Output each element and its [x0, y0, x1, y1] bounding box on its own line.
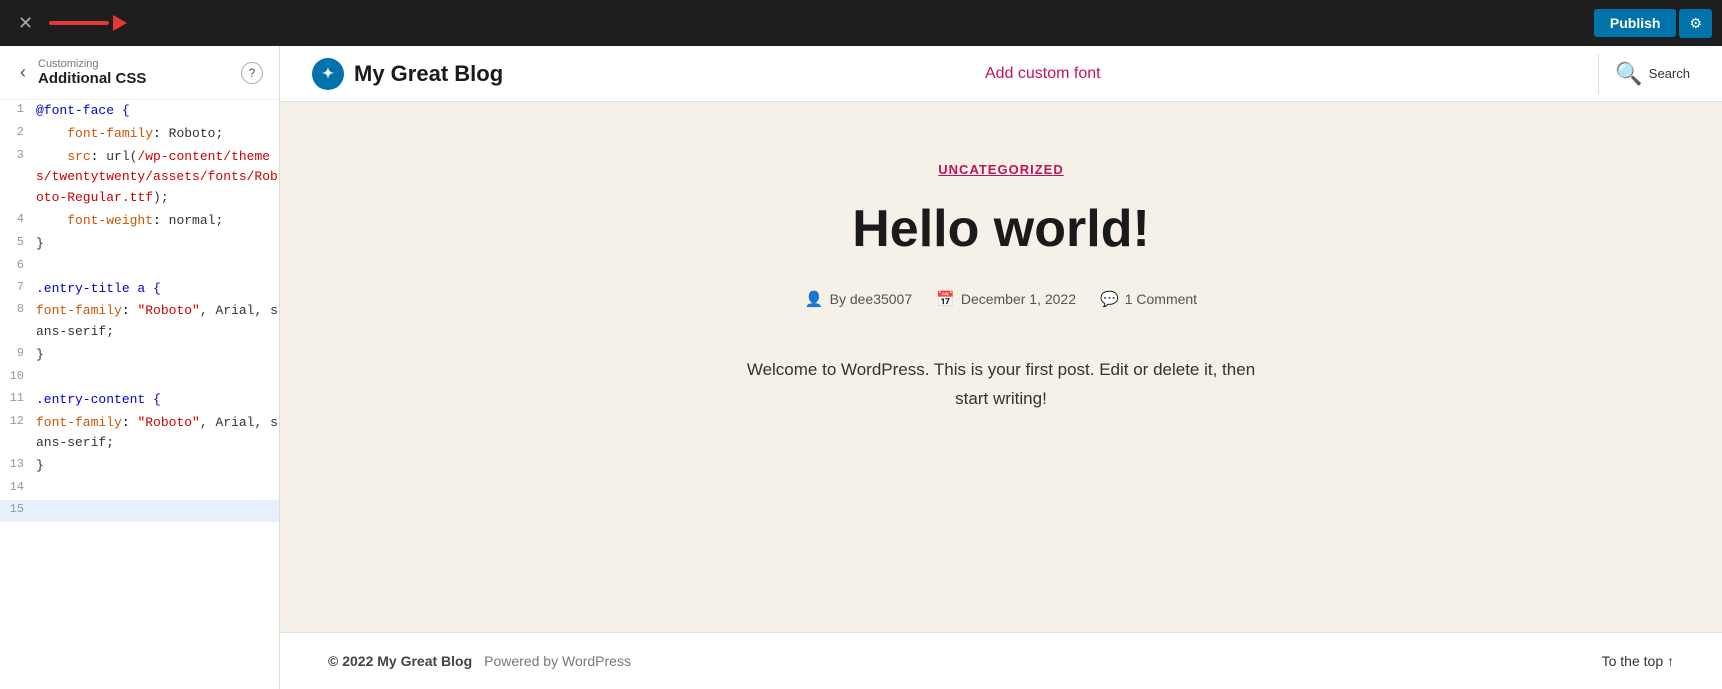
code-line: 9} [0, 344, 279, 367]
comment-icon: 💬 [1100, 290, 1119, 308]
line-content[interactable]: } [32, 456, 279, 477]
line-number: 2 [0, 124, 32, 139]
line-number: 8 [0, 301, 32, 316]
code-line: 11.entry-content { [0, 389, 279, 412]
date-label: December 1, 2022 [961, 291, 1076, 307]
line-content[interactable]: src: url(/wp-content/themes/twentytwenty… [32, 147, 279, 209]
sidebar: ‹ Customizing Additional CSS ? 1@font-fa… [0, 46, 280, 689]
red-arrow [49, 15, 127, 31]
line-number: 7 [0, 279, 32, 294]
logo-icon: ✦ [312, 58, 344, 90]
code-editor[interactable]: 1@font-face {2 font-family: Roboto;3 src… [0, 100, 279, 689]
line-content[interactable]: } [32, 234, 279, 255]
arrow-container [49, 15, 1586, 31]
line-number: 3 [0, 147, 32, 162]
add-custom-font-link[interactable]: Add custom font [985, 65, 1101, 83]
back-button[interactable]: ‹ [16, 60, 30, 85]
footer-powered: Powered by WordPress [484, 653, 631, 669]
preview-footer: © 2022 My Great Blog Powered by WordPres… [280, 632, 1722, 689]
main-content: ‹ Customizing Additional CSS ? 1@font-fa… [0, 46, 1722, 689]
blog-title: My Great Blog [354, 61, 503, 87]
line-number: 9 [0, 345, 32, 360]
gear-button[interactable]: ⚙ [1679, 9, 1712, 38]
publish-button[interactable]: Publish [1594, 9, 1677, 37]
sidebar-section-title: Additional CSS [38, 70, 233, 87]
line-number: 14 [0, 479, 32, 494]
search-label: Search [1649, 66, 1690, 81]
close-button[interactable]: ✕ [10, 9, 41, 38]
preview-content: UNCATEGORIZED Hello world! 👤 By dee35007… [280, 102, 1722, 632]
footer-copyright: © 2022 My Great Blog [328, 653, 472, 669]
code-line: 5} [0, 233, 279, 256]
line-content[interactable]: @font-face { [32, 101, 279, 122]
sidebar-title-group: Customizing Additional CSS [38, 58, 233, 87]
code-line: 7.entry-title a { [0, 278, 279, 301]
to-top-link[interactable]: To the top ↑ [1602, 653, 1674, 669]
code-line: 1@font-face { [0, 100, 279, 123]
category-label: UNCATEGORIZED [938, 162, 1063, 177]
help-button[interactable]: ? [241, 62, 263, 84]
sidebar-header: ‹ Customizing Additional CSS ? [0, 46, 279, 100]
line-content[interactable]: } [32, 345, 279, 366]
code-line: 6 [0, 256, 279, 278]
line-content[interactable]: .entry-title a { [32, 279, 279, 300]
code-line: 10 [0, 367, 279, 389]
comments-meta: 💬 1 Comment [1100, 290, 1197, 308]
blog-logo: ✦ My Great Blog [312, 58, 503, 90]
code-line: 14 [0, 478, 279, 500]
line-content[interactable]: font-weight: normal; [32, 211, 279, 232]
post-title: Hello world! [852, 201, 1150, 258]
customizing-label: Customizing [38, 58, 233, 70]
line-number: 11 [0, 390, 32, 405]
line-number: 6 [0, 257, 32, 272]
line-number: 15 [0, 501, 32, 516]
arrow-head [113, 15, 127, 31]
search-area[interactable]: 🔍 Search [1615, 61, 1690, 87]
line-number: 4 [0, 211, 32, 226]
line-content[interactable]: font-family: Roboto; [32, 124, 279, 145]
preview-header-center: Add custom font [503, 65, 1582, 83]
code-line: 13} [0, 455, 279, 478]
line-number: 1 [0, 101, 32, 116]
header-divider [1598, 54, 1599, 94]
line-content[interactable]: .entry-content { [32, 390, 279, 411]
code-line: 12font-family: "Roboto", Arial, sans-ser… [0, 412, 279, 456]
author-label: By dee35007 [830, 291, 913, 307]
line-number: 5 [0, 234, 32, 249]
post-excerpt: Welcome to WordPress. This is your first… [741, 356, 1261, 414]
code-line: 15 [0, 500, 279, 522]
preview-header: ✦ My Great Blog Add custom font 🔍 Search [280, 46, 1722, 102]
code-line: 3 src: url(/wp-content/themes/twentytwen… [0, 146, 279, 210]
line-content[interactable]: font-family: "Roboto", Arial, sans-serif… [32, 413, 279, 455]
line-content[interactable]: font-family: "Roboto", Arial, sans-serif… [32, 301, 279, 343]
line-number: 13 [0, 456, 32, 471]
code-line: 4 font-weight: normal; [0, 210, 279, 233]
author-meta: 👤 By dee35007 [805, 290, 912, 308]
calendar-icon: 📅 [936, 290, 955, 308]
line-number: 10 [0, 368, 32, 383]
code-line: 8font-family: "Roboto", Arial, sans-seri… [0, 300, 279, 344]
top-bar: ✕ Publish ⚙ [0, 0, 1722, 46]
search-icon: 🔍 [1615, 61, 1642, 87]
code-line: 2 font-family: Roboto; [0, 123, 279, 146]
author-icon: 👤 [805, 290, 824, 308]
arrow-line [49, 21, 109, 25]
comments-label: 1 Comment [1125, 291, 1197, 307]
post-meta: 👤 By dee35007 📅 December 1, 2022 💬 1 Com… [805, 290, 1197, 308]
preview-area: ✦ My Great Blog Add custom font 🔍 Search… [280, 46, 1722, 689]
date-meta: 📅 December 1, 2022 [936, 290, 1076, 308]
footer-left: © 2022 My Great Blog Powered by WordPres… [328, 653, 631, 669]
line-number: 12 [0, 413, 32, 428]
